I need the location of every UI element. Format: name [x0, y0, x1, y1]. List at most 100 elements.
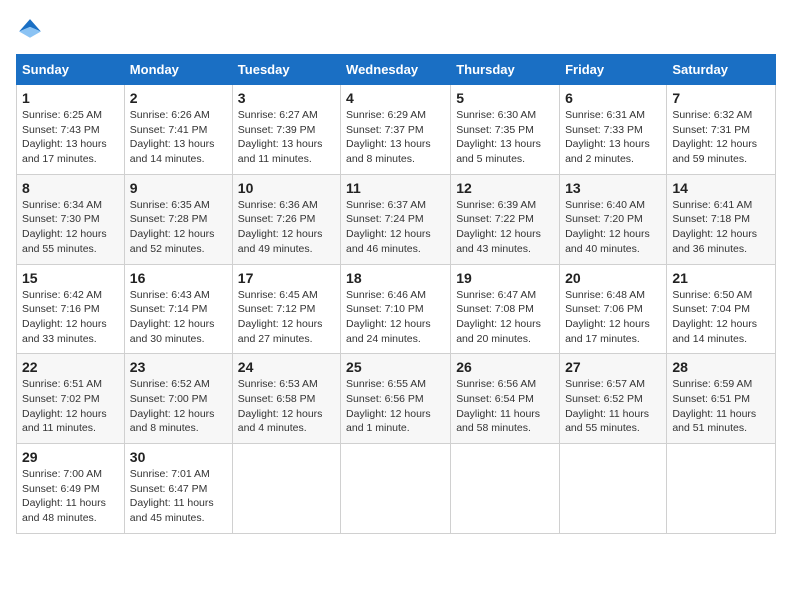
day-number: 3	[238, 90, 335, 106]
day-info: Sunrise: 6:57 AMSunset: 6:52 PMDaylight:…	[565, 377, 661, 436]
day-number: 20	[565, 270, 661, 286]
day-number: 12	[456, 180, 554, 196]
weekday-header-row: SundayMondayTuesdayWednesdayThursdayFrid…	[17, 55, 776, 85]
day-info: Sunrise: 6:53 AMSunset: 6:58 PMDaylight:…	[238, 377, 335, 436]
empty-cell	[560, 444, 667, 534]
day-number: 8	[22, 180, 119, 196]
day-info: Sunrise: 6:32 AMSunset: 7:31 PMDaylight:…	[672, 108, 770, 167]
day-number: 19	[456, 270, 554, 286]
day-cell-27: 27 Sunrise: 6:57 AMSunset: 6:52 PMDayligh…	[560, 354, 667, 444]
calendar-week-2: 8 Sunrise: 6:34 AMSunset: 7:30 PMDaylight…	[17, 174, 776, 264]
day-cell-14: 14 Sunrise: 6:41 AMSunset: 7:18 PMDayligh…	[667, 174, 776, 264]
day-number: 28	[672, 359, 770, 375]
day-number: 6	[565, 90, 661, 106]
day-cell-30: 30 Sunrise: 7:01 AMSunset: 6:47 PMDayligh…	[124, 444, 232, 534]
day-info: Sunrise: 6:51 AMSunset: 7:02 PMDaylight:…	[22, 377, 119, 436]
day-cell-28: 28 Sunrise: 6:59 AMSunset: 6:51 PMDayligh…	[667, 354, 776, 444]
day-number: 15	[22, 270, 119, 286]
day-info: Sunrise: 6:48 AMSunset: 7:06 PMDaylight:…	[565, 288, 661, 347]
day-cell-17: 17 Sunrise: 6:45 AMSunset: 7:12 PMDayligh…	[232, 264, 340, 354]
day-cell-13: 13 Sunrise: 6:40 AMSunset: 7:20 PMDayligh…	[560, 174, 667, 264]
day-info: Sunrise: 6:42 AMSunset: 7:16 PMDaylight:…	[22, 288, 119, 347]
day-cell-5: 5 Sunrise: 6:30 AMSunset: 7:35 PMDaylight…	[451, 85, 560, 175]
day-cell-3: 3 Sunrise: 6:27 AMSunset: 7:39 PMDaylight…	[232, 85, 340, 175]
day-cell-16: 16 Sunrise: 6:43 AMSunset: 7:14 PMDayligh…	[124, 264, 232, 354]
day-number: 22	[22, 359, 119, 375]
day-info: Sunrise: 6:56 AMSunset: 6:54 PMDaylight:…	[456, 377, 554, 436]
day-info: Sunrise: 6:43 AMSunset: 7:14 PMDaylight:…	[130, 288, 227, 347]
empty-cell	[451, 444, 560, 534]
calendar-week-4: 22 Sunrise: 6:51 AMSunset: 7:02 PMDayligh…	[17, 354, 776, 444]
day-cell-4: 4 Sunrise: 6:29 AMSunset: 7:37 PMDaylight…	[341, 85, 451, 175]
day-info: Sunrise: 6:59 AMSunset: 6:51 PMDaylight:…	[672, 377, 770, 436]
empty-cell	[667, 444, 776, 534]
day-cell-26: 26 Sunrise: 6:56 AMSunset: 6:54 PMDayligh…	[451, 354, 560, 444]
day-number: 7	[672, 90, 770, 106]
day-cell-12: 12 Sunrise: 6:39 AMSunset: 7:22 PMDayligh…	[451, 174, 560, 264]
logo-icon	[16, 16, 44, 44]
day-info: Sunrise: 6:34 AMSunset: 7:30 PMDaylight:…	[22, 198, 119, 257]
calendar-table: SundayMondayTuesdayWednesdayThursdayFrid…	[16, 54, 776, 534]
day-number: 17	[238, 270, 335, 286]
day-info: Sunrise: 6:36 AMSunset: 7:26 PMDaylight:…	[238, 198, 335, 257]
day-info: Sunrise: 6:26 AMSunset: 7:41 PMDaylight:…	[130, 108, 227, 167]
day-number: 14	[672, 180, 770, 196]
day-number: 18	[346, 270, 445, 286]
day-info: Sunrise: 6:50 AMSunset: 7:04 PMDaylight:…	[672, 288, 770, 347]
day-number: 2	[130, 90, 227, 106]
day-info: Sunrise: 6:41 AMSunset: 7:18 PMDaylight:…	[672, 198, 770, 257]
weekday-header-monday: Monday	[124, 55, 232, 85]
day-cell-24: 24 Sunrise: 6:53 AMSunset: 6:58 PMDayligh…	[232, 354, 340, 444]
day-info: Sunrise: 6:40 AMSunset: 7:20 PMDaylight:…	[565, 198, 661, 257]
day-info: Sunrise: 6:46 AMSunset: 7:10 PMDaylight:…	[346, 288, 445, 347]
calendar-week-5: 29Sunrise: 7:00 AMSunset: 6:49 PMDayligh…	[17, 444, 776, 534]
weekday-header-wednesday: Wednesday	[341, 55, 451, 85]
day-cell-11: 11 Sunrise: 6:37 AMSunset: 7:24 PMDayligh…	[341, 174, 451, 264]
day-cell-10: 10 Sunrise: 6:36 AMSunset: 7:26 PMDayligh…	[232, 174, 340, 264]
day-info: Sunrise: 6:37 AMSunset: 7:24 PMDaylight:…	[346, 198, 445, 257]
day-cell-15: 15 Sunrise: 6:42 AMSunset: 7:16 PMDayligh…	[17, 264, 125, 354]
day-cell-19: 19 Sunrise: 6:47 AMSunset: 7:08 PMDayligh…	[451, 264, 560, 354]
day-info: Sunrise: 6:30 AMSunset: 7:35 PMDaylight:…	[456, 108, 554, 167]
day-cell-20: 20 Sunrise: 6:48 AMSunset: 7:06 PMDayligh…	[560, 264, 667, 354]
day-number: 23	[130, 359, 227, 375]
day-number: 21	[672, 270, 770, 286]
day-cell-7: 7 Sunrise: 6:32 AMSunset: 7:31 PMDaylight…	[667, 85, 776, 175]
logo	[16, 16, 48, 44]
day-info: Sunrise: 6:45 AMSunset: 7:12 PMDaylight:…	[238, 288, 335, 347]
day-cell-2: 2 Sunrise: 6:26 AMSunset: 7:41 PMDaylight…	[124, 85, 232, 175]
day-cell-18: 18 Sunrise: 6:46 AMSunset: 7:10 PMDayligh…	[341, 264, 451, 354]
day-info: Sunrise: 6:27 AMSunset: 7:39 PMDaylight:…	[238, 108, 335, 167]
day-number: 25	[346, 359, 445, 375]
day-info: Sunrise: 6:31 AMSunset: 7:33 PMDaylight:…	[565, 108, 661, 167]
day-cell-25: 25 Sunrise: 6:55 AMSunset: 6:56 PMDayligh…	[341, 354, 451, 444]
day-number: 4	[346, 90, 445, 106]
empty-cell	[341, 444, 451, 534]
day-number: 11	[346, 180, 445, 196]
day-info: Sunrise: 6:29 AMSunset: 7:37 PMDaylight:…	[346, 108, 445, 167]
day-cell-1: 1Sunrise: 6:25 AMSunset: 7:43 PMDaylight…	[17, 85, 125, 175]
day-number: 30	[130, 449, 227, 465]
day-info: Sunrise: 6:25 AMSunset: 7:43 PMDaylight:…	[22, 108, 119, 167]
day-info: Sunrise: 6:35 AMSunset: 7:28 PMDaylight:…	[130, 198, 227, 257]
day-number: 5	[456, 90, 554, 106]
day-info: Sunrise: 7:00 AMSunset: 6:49 PMDaylight:…	[22, 467, 119, 526]
day-number: 10	[238, 180, 335, 196]
calendar-week-1: 1Sunrise: 6:25 AMSunset: 7:43 PMDaylight…	[17, 85, 776, 175]
day-cell-9: 9 Sunrise: 6:35 AMSunset: 7:28 PMDaylight…	[124, 174, 232, 264]
day-info: Sunrise: 7:01 AMSunset: 6:47 PMDaylight:…	[130, 467, 227, 526]
day-info: Sunrise: 6:47 AMSunset: 7:08 PMDaylight:…	[456, 288, 554, 347]
day-cell-8: 8 Sunrise: 6:34 AMSunset: 7:30 PMDaylight…	[17, 174, 125, 264]
day-number: 16	[130, 270, 227, 286]
day-info: Sunrise: 6:39 AMSunset: 7:22 PMDaylight:…	[456, 198, 554, 257]
empty-cell	[232, 444, 340, 534]
day-number: 27	[565, 359, 661, 375]
day-number: 26	[456, 359, 554, 375]
day-number: 24	[238, 359, 335, 375]
day-cell-29: 29Sunrise: 7:00 AMSunset: 6:49 PMDayligh…	[17, 444, 125, 534]
day-number: 13	[565, 180, 661, 196]
day-cell-6: 6 Sunrise: 6:31 AMSunset: 7:33 PMDaylight…	[560, 85, 667, 175]
page-header	[16, 16, 776, 44]
day-number: 9	[130, 180, 227, 196]
day-info: Sunrise: 6:55 AMSunset: 6:56 PMDaylight:…	[346, 377, 445, 436]
